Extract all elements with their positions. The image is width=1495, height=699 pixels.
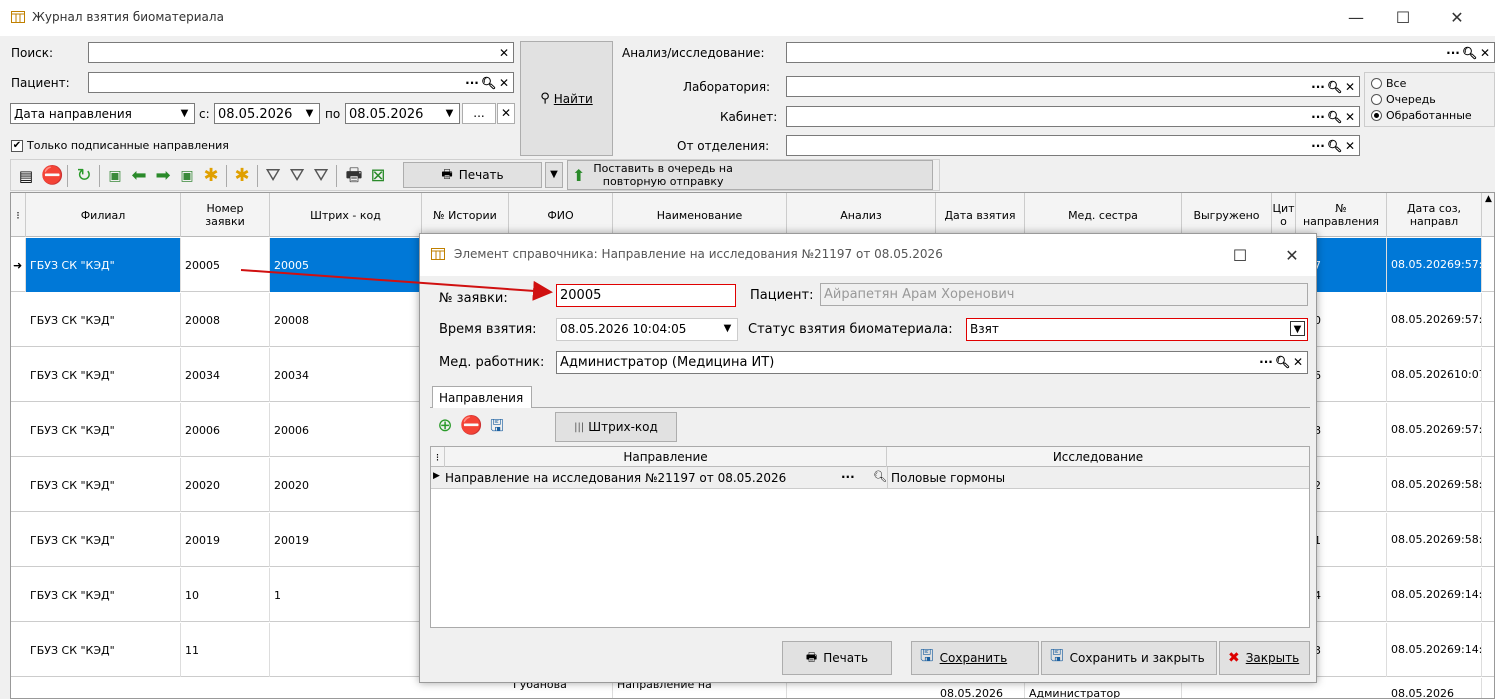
annotation-arrow-icon bbox=[240, 269, 553, 301]
